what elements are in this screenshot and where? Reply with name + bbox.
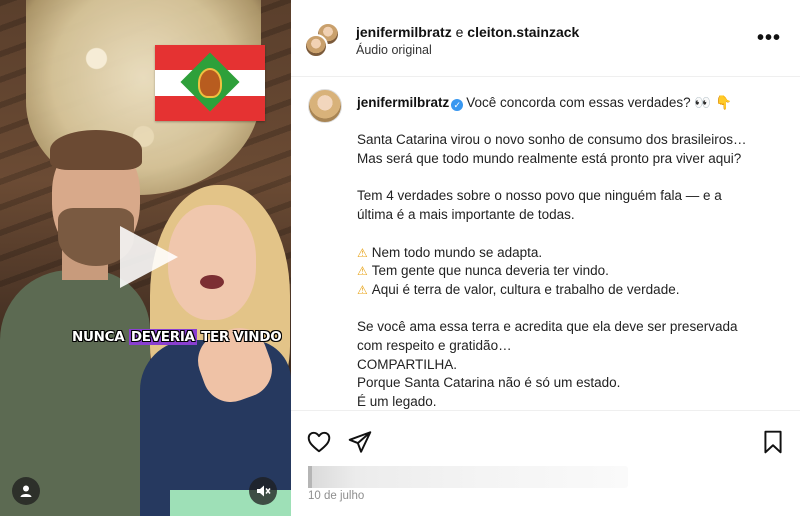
list-item-text: Nem todo mundo se adapta. (371, 244, 543, 260)
post-caption: jenifermilbratz ✓ Você concorda com essas … (357, 94, 777, 412)
heart-icon[interactable] (306, 429, 332, 455)
warning-icon: ⚠ (357, 282, 368, 297)
avatar[interactable] (304, 34, 328, 58)
caption-username[interactable]: jenifermilbratz (357, 95, 449, 110)
video-subtitle: NUNCA DEVERIA TER VINDO (68, 327, 285, 347)
caption-line: Santa Catarina virou o novo sonho de con… (357, 132, 747, 148)
list-item-text: Aqui é terra de valor, cultura e trabalh… (371, 281, 680, 297)
play-icon[interactable] (112, 222, 182, 292)
reel-video[interactable]: NUNCA DEVERIA TER VINDO (0, 0, 291, 516)
caption-line: Porque Santa Catarina não é só um estado… (357, 375, 621, 391)
caption-paragraph: Tem 4 verdades sobre o nosso povo que ni… (357, 187, 777, 224)
subtitle-prefix: NUNCA (72, 329, 129, 345)
list-item: ⚠ Tem gente que nunca deveria ter vindo. (357, 262, 777, 281)
warning-icon: ⚠ (357, 264, 368, 279)
caption-line: com respeito e gratidão… (357, 338, 512, 354)
list-item-text: Tem gente que nunca deveria ter vindo. (371, 263, 609, 279)
muted-speaker-icon (257, 485, 271, 497)
action-bar (291, 410, 800, 466)
share-icon[interactable] (347, 429, 373, 455)
warning-icon: ⚠ (357, 245, 368, 260)
santa-catarina-flag (155, 45, 265, 121)
avatar[interactable] (308, 89, 342, 123)
caption-line: Tem 4 verdades sobre o nosso povo que ni… (357, 188, 722, 204)
list-item: ⚠ Aqui é terra de valor, cultura e trabal… (357, 281, 777, 300)
flag-emblem (198, 68, 222, 98)
woman-mouth (200, 275, 224, 289)
user-icon (20, 485, 32, 497)
caption-list: ⚠ Nem todo mundo se adapta. ⚠ Tem gente qu… (357, 244, 777, 300)
caption-intro: Você concorda com essas verdades? 👀 👇 (466, 95, 732, 110)
author-link-1[interactable]: jenifermilbratz (356, 24, 452, 40)
subtitle-highlight: DEVERIA (128, 329, 197, 345)
authors-conjunction: e (451, 24, 468, 40)
collab-avatars[interactable] (304, 22, 342, 60)
post-header: jenifermilbratz e cleiton.stainzack Áudi… (291, 0, 800, 77)
user-tags-button[interactable] (12, 477, 40, 505)
list-item: ⚠ Nem todo mundo se adapta. (357, 244, 777, 263)
author-link-2[interactable]: cleiton.stainzack (467, 24, 579, 40)
man-hair (50, 130, 142, 170)
likes-count-blurred[interactable] (308, 466, 628, 488)
caption-line: Se você ama essa terra e acredita que el… (357, 319, 738, 335)
post-panel: jenifermilbratz e cleiton.stainzack Áudi… (291, 0, 800, 516)
mute-button[interactable] (249, 477, 277, 505)
caption-line: COMPARTILHA. (357, 356, 458, 372)
caption-line: Mas será que todo mundo realmente está p… (357, 151, 742, 167)
caption-paragraph: Se você ama essa terra e acredita que el… (357, 318, 777, 412)
bookmark-icon[interactable] (760, 429, 786, 455)
likes-blur-edge (308, 466, 312, 488)
post-date[interactable]: 10 de julho (308, 490, 364, 502)
post-authors: jenifermilbratz e cleiton.stainzack (356, 24, 579, 40)
more-options-icon[interactable]: ••• (757, 28, 781, 48)
caption-line: última é a mais importante de todas. (357, 207, 575, 223)
caption-paragraph: Santa Catarina virou o novo sonho de con… (357, 131, 777, 168)
verified-badge-icon: ✓ (451, 99, 464, 111)
audio-link[interactable]: Áudio original (356, 43, 432, 57)
caption-first-line: jenifermilbratz ✓ Você concorda com essas … (357, 94, 777, 113)
subtitle-suffix: TER VINDO (196, 329, 282, 345)
